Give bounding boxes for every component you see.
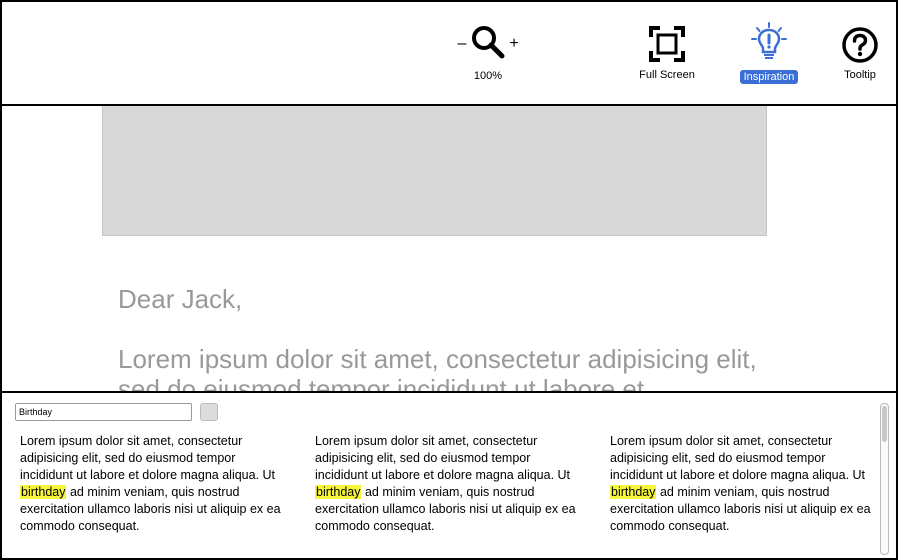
result-item[interactable]: Lorem ipsum dolor sit amet, consectetur … bbox=[315, 433, 585, 535]
zoom-in-button[interactable]: + bbox=[507, 36, 521, 52]
help-icon bbox=[834, 26, 886, 69]
zoom-level: 100% bbox=[473, 70, 503, 82]
result-text-before: Lorem ipsum dolor sit amet, consectetur … bbox=[20, 434, 276, 482]
search-button[interactable] bbox=[200, 403, 218, 421]
scrollbar-thumb[interactable] bbox=[882, 406, 887, 442]
highlight-match: birthday bbox=[610, 485, 657, 499]
image-placeholder[interactable] bbox=[102, 106, 767, 236]
results-scrollbar[interactable] bbox=[880, 403, 889, 555]
document-canvas[interactable]: Dear Jack, Lorem ipsum dolor sit amet, c… bbox=[2, 106, 896, 392]
inspiration-button[interactable]: Inspiration bbox=[736, 22, 802, 85]
fullscreen-label: Full Screen bbox=[639, 69, 695, 81]
inspiration-panel: Lorem ipsum dolor sit amet, consectetur … bbox=[2, 391, 896, 558]
result-item[interactable]: Lorem ipsum dolor sit amet, consectetur … bbox=[610, 433, 880, 535]
tooltip-button[interactable]: Tooltip bbox=[834, 26, 886, 81]
fullscreen-button[interactable]: Full Screen bbox=[634, 24, 700, 81]
tooltip-label: Tooltip bbox=[844, 69, 876, 81]
lightbulb-icon bbox=[736, 22, 802, 67]
toolbar: – + 100% Full Screen Inspiration Tooltip bbox=[2, 2, 896, 106]
zoom-out-button[interactable]: – bbox=[455, 36, 469, 52]
result-text-before: Lorem ipsum dolor sit amet, consectetur … bbox=[315, 434, 571, 482]
letter-body[interactable]: Lorem ipsum dolor sit amet, consectetur … bbox=[118, 344, 758, 392]
inspiration-label: Inspiration bbox=[739, 70, 799, 84]
letter-greeting[interactable]: Dear Jack, bbox=[118, 284, 242, 315]
search-input[interactable] bbox=[15, 403, 192, 421]
fullscreen-icon bbox=[634, 24, 700, 69]
highlight-match: birthday bbox=[20, 485, 67, 499]
zoom-icon[interactable] bbox=[469, 23, 507, 66]
app-window: – + 100% Full Screen Inspiration Tooltip… bbox=[0, 0, 898, 560]
result-item[interactable]: Lorem ipsum dolor sit amet, consectetur … bbox=[20, 433, 290, 535]
result-text-before: Lorem ipsum dolor sit amet, consectetur … bbox=[610, 434, 866, 482]
zoom-control: – + 100% bbox=[448, 23, 528, 82]
highlight-match: birthday bbox=[315, 485, 362, 499]
